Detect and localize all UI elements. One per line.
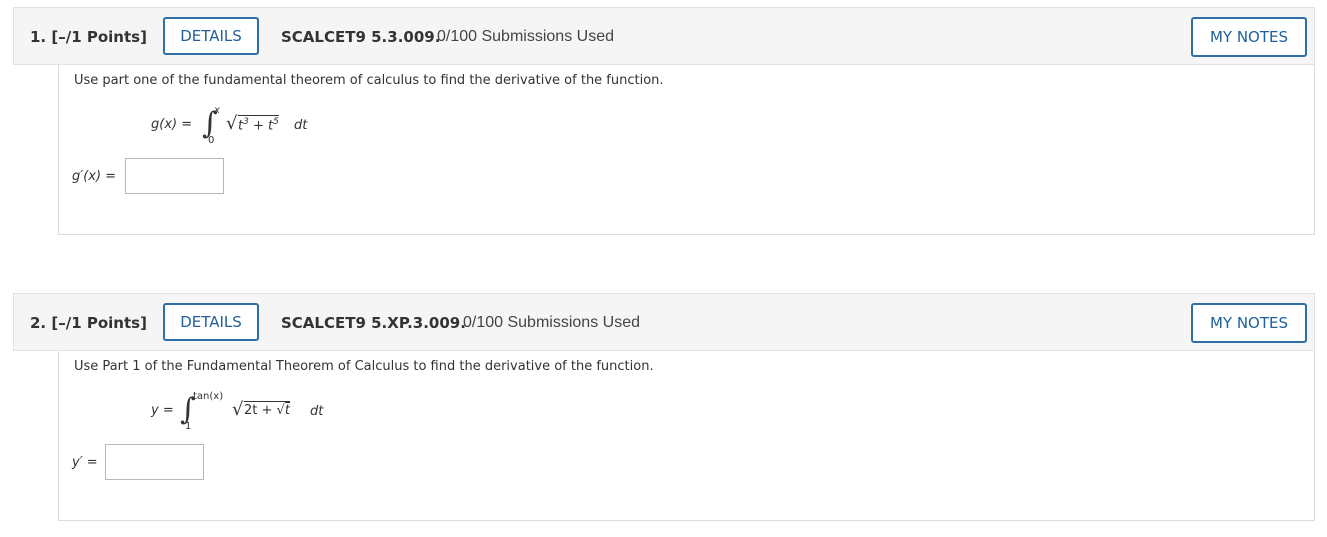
inner-square-root-icon: √ [276, 403, 285, 418]
answer-input[interactable] [125, 158, 224, 194]
lower-limit: 0 [208, 135, 215, 146]
question-prompt: Use part one of the fundamental theorem … [74, 73, 664, 88]
upper-limit: tan(x) [193, 391, 224, 402]
answer-label: g′(x) = [72, 169, 117, 184]
differential: dt [294, 118, 308, 133]
details-button[interactable]: DETAILS [163, 303, 259, 341]
question-number: 2. [–/1 Points] [30, 314, 147, 332]
submissions-used: 0/100 Submissions Used [437, 28, 614, 45]
details-button[interactable]: DETAILS [163, 17, 259, 55]
question-number: 1. [–/1 Points] [30, 28, 147, 46]
radicand: 2t + √t [244, 401, 290, 418]
question-1: 1. [–/1 Points] DETAILS SCALCET9 5.3.009… [13, 7, 1315, 235]
my-notes-button[interactable]: MY NOTES [1191, 17, 1307, 57]
radicand: t3 + t5 [238, 115, 279, 134]
question-2: 2. [–/1 Points] DETAILS SCALCET9 5.XP.3.… [13, 293, 1315, 521]
function-lhs: g(x) = [151, 117, 193, 132]
square-root-icon: √ [232, 399, 244, 420]
question-body: Use Part 1 of the Fundamental Theorem of… [58, 351, 1315, 521]
question-header: 2. [–/1 Points] DETAILS SCALCET9 5.XP.3.… [13, 293, 1315, 351]
question-code: SCALCET9 5.XP.3.009. [281, 314, 466, 332]
answer-input[interactable] [105, 444, 204, 480]
question-prompt: Use Part 1 of the Fundamental Theorem of… [74, 359, 654, 374]
square-root-icon: √ [226, 113, 238, 134]
question-code: SCALCET9 5.3.009. [281, 28, 441, 46]
upper-limit: x [214, 105, 220, 116]
submissions-used: 0/100 Submissions Used [463, 314, 640, 331]
question-header: 1. [–/1 Points] DETAILS SCALCET9 5.3.009… [13, 7, 1315, 65]
question-body: Use part one of the fundamental theorem … [58, 65, 1315, 235]
differential: dt [310, 404, 324, 419]
answer-label: y′ = [72, 455, 98, 470]
function-lhs: y = [151, 403, 174, 418]
my-notes-button[interactable]: MY NOTES [1191, 303, 1307, 343]
lower-limit: 1 [185, 421, 192, 432]
